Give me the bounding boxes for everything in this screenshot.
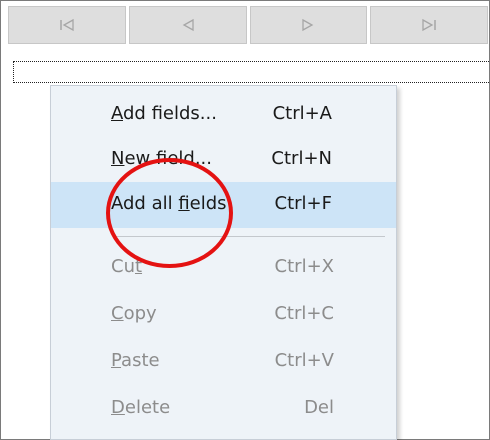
menu-item-delete[interactable]: Delete Del	[51, 386, 396, 432]
menu-item-shortcut: Ctrl+A	[272, 103, 332, 124]
last-record-button[interactable]	[370, 6, 488, 44]
menu-item-shortcut: Ctrl+N	[271, 148, 332, 169]
menu-item-label: Paste	[111, 350, 160, 371]
last-record-icon	[421, 18, 437, 32]
menu-item-new-field[interactable]: New field... Ctrl+N	[51, 137, 396, 183]
menu-item-label: Add fields...	[111, 103, 217, 124]
menu-item-label: Copy	[111, 303, 157, 324]
previous-record-button[interactable]	[128, 6, 247, 44]
menu-item-shortcut: Ctrl+X	[274, 256, 334, 277]
menu-item-label: Cut	[111, 256, 143, 277]
menu-item-shortcut: Ctrl+F	[274, 193, 332, 214]
menu-item-label: Delete	[111, 397, 171, 418]
next-record-button[interactable]	[249, 6, 368, 44]
menu-item-add-all-fields[interactable]: Add all fields Ctrl+F	[51, 182, 396, 228]
first-record-button[interactable]	[8, 6, 126, 44]
first-record-icon	[59, 18, 75, 32]
menu-item-copy[interactable]: Copy Ctrl+C	[51, 292, 396, 338]
menu-item-label: Add all fields	[111, 193, 227, 214]
menu-item-label: New field...	[111, 148, 212, 169]
menu-item-shortcut: Ctrl+C	[274, 303, 334, 324]
menu-item-cut[interactable]: Cut Ctrl+X	[51, 245, 396, 291]
menu-item-add-fields[interactable]: Add fields... Ctrl+A	[51, 92, 396, 138]
context-menu: Add fields... Ctrl+A New field... Ctrl+N…	[50, 85, 397, 440]
field-selection-box[interactable]	[13, 61, 490, 83]
menu-item-paste[interactable]: Paste Ctrl+V	[51, 339, 396, 385]
menu-separator	[113, 236, 385, 237]
menu-item-shortcut: Del	[304, 397, 334, 418]
record-navigation-bar	[8, 6, 488, 44]
previous-record-icon	[181, 18, 195, 32]
menu-item-shortcut: Ctrl+V	[274, 350, 334, 371]
next-record-icon	[301, 18, 315, 32]
